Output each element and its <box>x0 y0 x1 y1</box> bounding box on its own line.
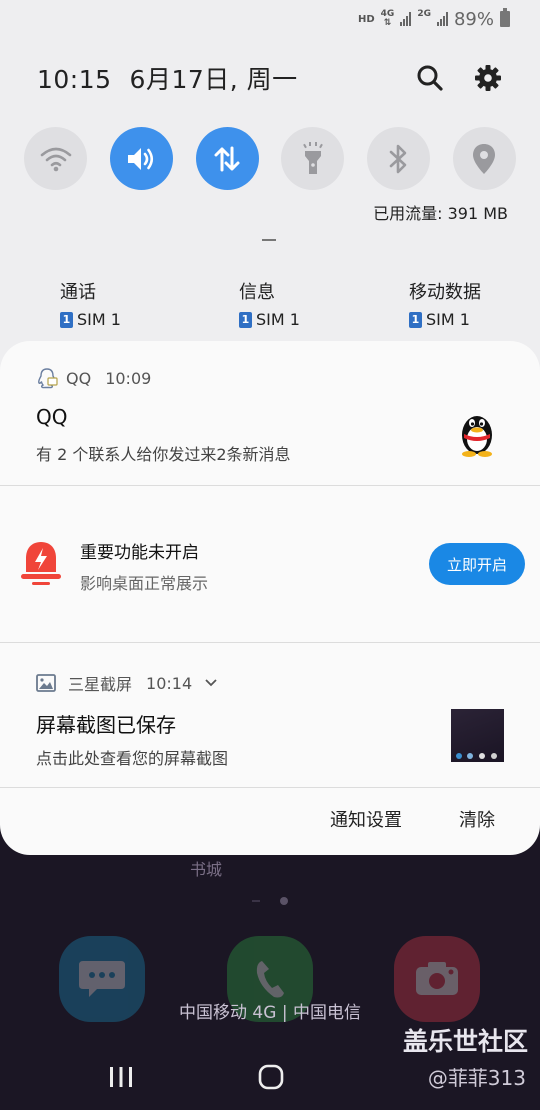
date: 6月17日, 周一 <box>129 65 298 94</box>
data-usage-text: 已用流量: 391 MB <box>373 204 508 223</box>
navigation-bar <box>0 1058 540 1098</box>
sim-pref-value: SIM 1 <box>426 310 470 329</box>
notification-title: 重要功能未开启 <box>80 543 199 563</box>
sim-pref-label: 移动数据 <box>409 282 481 303</box>
notification-header: QQ 10:09 <box>36 367 151 389</box>
notification-text: 影响桌面正常展示 <box>80 574 209 593</box>
network-2g-indicator: 2G <box>417 9 431 19</box>
sim-card-icon: 1 <box>239 311 252 328</box>
wifi-toggle[interactable] <box>24 127 87 190</box>
location-toggle[interactable] <box>452 127 516 190</box>
qq-notification[interactable]: QQ 10:09 QQ 有 2 个联系人给你发过来2条新消息 <box>0 341 540 485</box>
image-icon <box>36 674 56 692</box>
flashlight-icon <box>303 141 323 174</box>
qq-penguin-icon <box>450 405 504 459</box>
sound-icon <box>128 147 154 170</box>
sim-pref-label: 信息 <box>239 282 275 303</box>
sim-pref-value: SIM 1 <box>77 310 121 329</box>
divider <box>0 787 540 788</box>
sim-pref-calls[interactable]: 通话 1 SIM 1 <box>60 278 121 329</box>
notification-time: 10:09 <box>105 368 152 388</box>
sim-pref-messages[interactable]: 信息 1 SIM 1 <box>239 278 300 329</box>
mobile-data-icon <box>214 146 240 171</box>
notification-title: 屏幕截图已保存 <box>36 713 176 737</box>
sim-card-icon: 1 <box>60 311 73 328</box>
notification-title: QQ <box>36 405 68 429</box>
signal-icon <box>400 12 412 26</box>
screenshot-thumbnail[interactable] <box>451 709 504 762</box>
notification-text: 点击此处查看您的屏幕截图 <box>36 749 229 768</box>
page-indicator <box>252 900 260 902</box>
hd-indicator: HD <box>358 13 375 25</box>
notification-header: 三星截屏 10:14 <box>36 671 218 695</box>
enable-now-button[interactable]: 立即开启 <box>429 543 525 585</box>
home-button[interactable] <box>258 1064 284 1094</box>
bluetooth-icon <box>389 144 406 173</box>
chevron-down-icon[interactable] <box>204 678 218 688</box>
qq-small-icon <box>38 368 58 389</box>
panel-actions: 通知设置 清除 <box>330 806 540 832</box>
location-icon <box>473 143 496 174</box>
clear-button[interactable]: 清除 <box>459 806 495 832</box>
notification-app: 三星截屏 <box>68 675 133 694</box>
status-bar: HD 4G ⇅ 2G 89% <box>358 6 510 32</box>
home-app-label: 书城 <box>190 860 223 879</box>
notification-text: 有 2 个联系人给你发过来2条新消息 <box>36 445 291 464</box>
battery-icon <box>500 8 510 27</box>
network-4g-indicator: 4G ⇅ <box>380 9 395 28</box>
gear-icon[interactable] <box>472 62 504 94</box>
signal-icon-2 <box>436 12 448 26</box>
page-indicator-home <box>280 897 288 905</box>
sim-pref-mobile-data[interactable]: 移动数据 1 SIM 1 <box>409 278 481 329</box>
search-icon[interactable] <box>414 62 446 94</box>
mobile-data-toggle[interactable] <box>195 127 259 190</box>
sim-pref-label: 通话 <box>60 282 96 303</box>
sim-card-icon: 1 <box>409 311 422 328</box>
notification-settings-button[interactable]: 通知设置 <box>330 806 402 832</box>
alarm-bell-icon <box>18 538 64 592</box>
sim-pref-value: SIM 1 <box>256 310 300 329</box>
notification-app: QQ <box>66 368 92 388</box>
notification-panel: QQ 10:09 QQ 有 2 个联系人给你发过来2条新消息 重要功能未开启 影… <box>0 341 540 855</box>
watermark-community: 盖乐世社区 <box>402 1027 528 1056</box>
sound-toggle[interactable] <box>109 127 173 190</box>
drag-handle[interactable] <box>262 239 276 241</box>
date-time[interactable]: 10:15 6月17日, 周一 <box>37 60 388 96</box>
clock: 10:15 <box>37 65 112 94</box>
carrier-text: 中国移动 4G | 中国电信 <box>179 1003 361 1023</box>
header-row: 10:15 6月17日, 周一 <box>37 60 504 96</box>
quick-toggles <box>24 127 516 190</box>
recents-button[interactable] <box>108 1066 134 1092</box>
flashlight-toggle[interactable] <box>281 127 345 190</box>
notification-time: 10:14 <box>146 673 193 693</box>
bluetooth-toggle[interactable] <box>367 127 431 190</box>
wifi-icon <box>40 147 71 171</box>
battery-percent: 89% <box>453 8 494 30</box>
